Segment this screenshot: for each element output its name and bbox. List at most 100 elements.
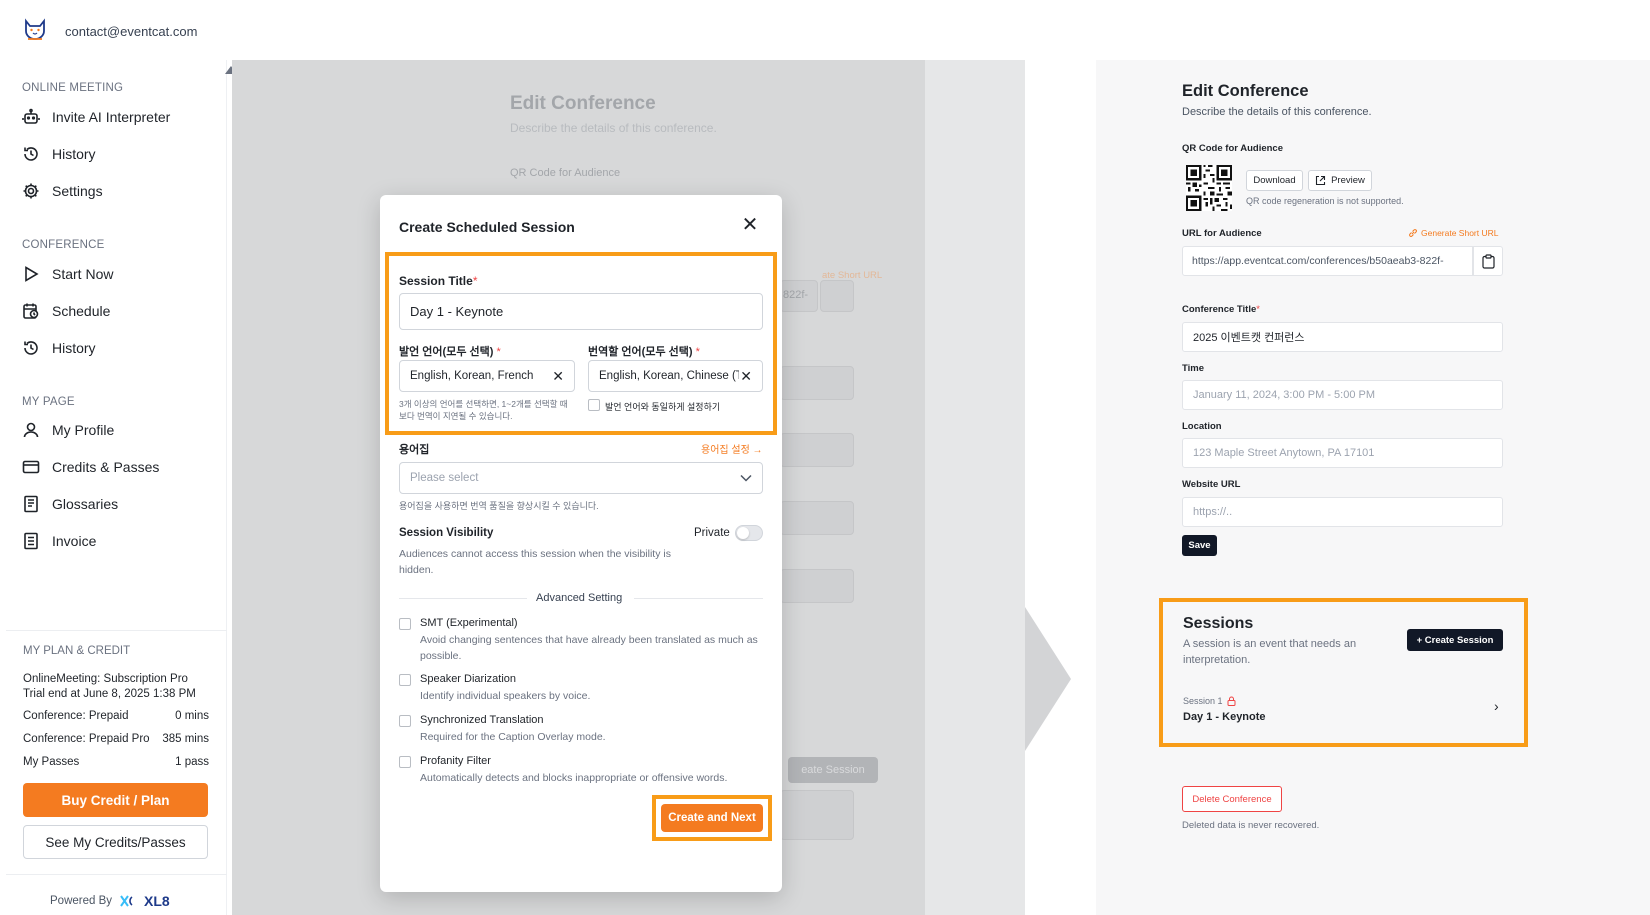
account-email[interactable]: contact@eventcat.com xyxy=(65,24,197,39)
speaker-diarization-checkbox[interactable] xyxy=(399,674,411,686)
background-description: Describe the details of this conference. xyxy=(510,121,717,135)
card-icon xyxy=(22,458,40,476)
create-session-button[interactable]: + Create Session xyxy=(1407,629,1503,651)
time-input[interactable]: January 11, 2024, 3:00 PM - 5:00 PM xyxy=(1182,380,1503,410)
location-label: Location xyxy=(1182,421,1222,432)
label-text: 번역할 언어(모두 선택) xyxy=(588,346,693,358)
same-language-label: 발언 언어와 동일하게 설정하기 xyxy=(605,402,721,412)
page-description: Describe the details of this conference. xyxy=(1182,106,1372,118)
source-language-label: 발언 언어(모두 선택) * xyxy=(399,343,501,359)
sidebar-item-settings[interactable]: Settings xyxy=(22,177,103,205)
sidebar-item-label: History xyxy=(52,340,96,356)
modal-title: Create Scheduled Session xyxy=(399,219,575,235)
session-visibility-label: Session Visibility xyxy=(399,527,494,539)
sidebar-item-label: Glossaries xyxy=(52,496,119,512)
visibility-toggle[interactable] xyxy=(735,525,763,541)
sidebar-item-label: Invite AI Interpreter xyxy=(52,109,171,125)
sidebar-item-my-profile[interactable]: My Profile xyxy=(22,416,114,444)
url-for-audience-label: URL for Audience xyxy=(1182,228,1262,239)
background-title: Edit Conference xyxy=(510,93,656,114)
sidebar-item-schedule[interactable]: Schedule xyxy=(22,297,110,325)
session-sub-label: Session 1 xyxy=(1183,696,1223,706)
option-title-speaker-diarization: Speaker Diarization xyxy=(420,673,516,685)
generate-short-url-link[interactable]: Generate Short URL xyxy=(1408,228,1498,238)
sessions-description: A session is an event that needs an inte… xyxy=(1183,638,1357,666)
select-value: English, Korean, Chinese (T xyxy=(599,370,739,382)
save-button[interactable]: Save xyxy=(1182,535,1217,556)
sidebar-item-label: My Profile xyxy=(52,422,115,438)
buy-credit-plan-button[interactable]: Buy Credit / Plan xyxy=(23,783,208,817)
chevron-down-icon xyxy=(740,474,752,482)
section-label-my-page: MY PAGE xyxy=(22,396,75,408)
option-title-smt: SMT (Experimental) xyxy=(420,617,518,629)
top-bar: contact@eventcat.com xyxy=(0,0,1030,60)
source-language-select[interactable]: English, Korean, French ✕ xyxy=(399,360,575,392)
same-language-checkbox[interactable] xyxy=(588,399,600,411)
advanced-setting-label: Advanced Setting xyxy=(536,592,623,604)
sidebar-item-invite-ai-interpreter[interactable]: Invite AI Interpreter xyxy=(22,103,170,131)
gear-icon xyxy=(22,182,40,200)
user-icon xyxy=(22,421,40,439)
session-number: Session 1 xyxy=(1183,696,1236,706)
glossary-settings-link[interactable]: 용어집 설정 → xyxy=(701,441,763,456)
background-field xyxy=(780,501,854,535)
glossary-select[interactable]: Please select xyxy=(399,462,763,494)
sidebar-item-invoice[interactable]: Invoice xyxy=(22,527,96,555)
target-language-select[interactable]: English, Korean, Chinese (T ✕ xyxy=(588,360,763,392)
background-url-field: 822f- xyxy=(780,280,818,312)
sidebar-item-label: Schedule xyxy=(52,303,111,319)
create-and-next-button[interactable]: Create and Next xyxy=(661,804,763,832)
background-field xyxy=(780,569,854,603)
create-scheduled-session-modal: Create Scheduled Session ✕ Session Title… xyxy=(380,195,782,892)
link-label: Generate Short URL xyxy=(1421,228,1499,238)
time-label: Time xyxy=(1182,363,1205,374)
sessions-title: Sessions xyxy=(1183,615,1254,632)
sidebar-item-label: Invoice xyxy=(52,533,97,549)
qr-code-image xyxy=(1186,165,1232,211)
clear-icon[interactable]: ✕ xyxy=(552,368,564,385)
option-title-profanity-filter: Profanity Filter xyxy=(420,755,491,767)
background-field xyxy=(780,790,854,840)
language-count-hint: 3개 이상의 언어를 선택하면, 1~2개를 선택할 때보다 번역이 지연될 수… xyxy=(399,399,568,421)
label-text: Session Title xyxy=(399,274,473,288)
session-title: Day 1 - Keynote xyxy=(1183,711,1266,723)
conference-title-input[interactable]: 2025 이벤트캣 컨퍼런스 xyxy=(1182,322,1503,352)
preview-qr-button[interactable]: Preview xyxy=(1308,170,1372,191)
label-text: Conference Title xyxy=(1182,304,1257,315)
receipt-icon xyxy=(22,532,40,550)
smt-checkbox[interactable] xyxy=(399,618,411,630)
session-title-input[interactable]: Day 1 - Keynote xyxy=(399,293,763,330)
conference-title-label: Conference Title* xyxy=(1182,304,1260,315)
audience-url-field[interactable]: https://app.eventcat.com/conferences/b50… xyxy=(1182,246,1473,276)
copy-url-button[interactable] xyxy=(1473,246,1503,276)
profanity-filter-checkbox[interactable] xyxy=(399,756,411,768)
synchronized-translation-checkbox[interactable] xyxy=(399,715,411,727)
see-credits-passes-button[interactable]: See My Credits/Passes xyxy=(23,825,208,859)
section-label-online-meeting: ONLINE MEETING xyxy=(22,82,124,94)
chevron-right-icon[interactable]: › xyxy=(1494,698,1499,714)
clear-icon[interactable]: ✕ xyxy=(740,368,752,385)
history-icon xyxy=(22,145,40,163)
close-icon[interactable]: ✕ xyxy=(739,214,761,236)
robot-icon xyxy=(22,108,40,126)
sidebar-item-label: Start Now xyxy=(52,266,114,282)
location-input[interactable]: 123 Maple Street Anytown, PA 17101 xyxy=(1182,438,1503,468)
sidebar-item-start-now[interactable]: Start Now xyxy=(22,260,113,288)
option-title-synchronized-translation: Synchronized Translation xyxy=(420,714,544,726)
button-label: Download xyxy=(1253,175,1296,186)
delete-conference-button[interactable]: Delete Conference xyxy=(1182,786,1282,812)
sidebar-item-conference-history[interactable]: History xyxy=(22,334,96,362)
background-field xyxy=(780,366,854,400)
sidebar-item-glossaries[interactable]: Glossaries xyxy=(22,490,118,518)
background-create-session-button: eate Session xyxy=(788,757,878,783)
website-url-input[interactable]: https://.. xyxy=(1182,497,1503,527)
section-label-conference: CONFERENCE xyxy=(22,239,105,251)
option-desc-synchronized-translation: Required for the Caption Overlay mode. xyxy=(420,731,606,743)
qr-code-label: QR Code for Audience xyxy=(1182,143,1283,154)
download-qr-button[interactable]: Download xyxy=(1246,170,1303,191)
eventcat-logo-icon[interactable] xyxy=(22,17,48,43)
option-desc-speaker-diarization: Identify individual speakers by voice. xyxy=(420,690,591,702)
delete-warning-text: Deleted data is never recovered. xyxy=(1182,820,1320,831)
sidebar-item-credits-passes[interactable]: Credits & Passes xyxy=(22,453,159,481)
sidebar-item-meeting-history[interactable]: History xyxy=(22,140,96,168)
